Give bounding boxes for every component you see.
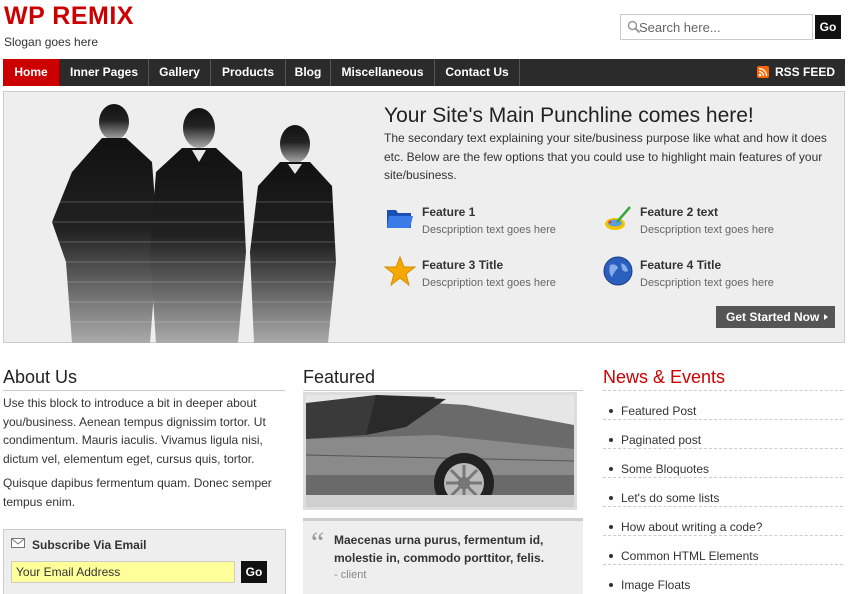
envelope-icon: [11, 538, 25, 548]
get-started-label: Get Started Now: [726, 310, 820, 324]
news-heading: News & Events: [603, 367, 726, 387]
nav-item-contact-us[interactable]: Contact Us: [435, 59, 520, 86]
feature-2-title: Feature 2 text: [640, 205, 719, 219]
email-input[interactable]: [11, 561, 235, 583]
feature-1[interactable]: Feature 1 Descpription text goes here: [384, 202, 584, 242]
rss-feed-link[interactable]: RSS FEED: [756, 59, 835, 86]
feature-2[interactable]: Feature 2 text Descpription text goes he…: [602, 202, 802, 242]
news-item-featured-post[interactable]: Featured Post: [603, 390, 843, 419]
subscribe-button[interactable]: Go: [241, 561, 267, 583]
nav-item-inner-pages[interactable]: Inner Pages: [60, 59, 149, 86]
nav-item-blog[interactable]: Blog: [286, 59, 331, 86]
hero-banner: Your Site's Main Punchline comes here! T…: [3, 91, 845, 343]
search-box: [620, 14, 813, 40]
news-item-some-bloquotes[interactable]: Some Bloquotes: [603, 448, 843, 477]
about-text: Use this block to introduce a bit in dee…: [3, 394, 285, 511]
feature-3-title: Feature 3 Title: [422, 258, 504, 272]
business-people-silhouette-image: [32, 104, 342, 343]
quote-author: - client: [334, 569, 367, 581]
feature-3[interactable]: Feature 3 Title Descpription text goes h…: [384, 255, 584, 295]
site-logo[interactable]: WP REMIX: [4, 2, 134, 31]
about-heading: About Us: [3, 367, 285, 391]
rss-label: RSS FEED: [774, 65, 835, 79]
quote-icon: “: [311, 526, 325, 559]
news-item-code[interactable]: How about writing a code?: [603, 506, 843, 535]
about-paragraph-1: Use this block to introduce a bit in dee…: [3, 396, 266, 466]
featured-heading: Featured: [303, 367, 583, 391]
globe-icon: [603, 256, 633, 286]
nav-item-miscellaneous[interactable]: Miscellaneous: [331, 59, 435, 86]
search-form: Go: [620, 14, 841, 40]
paint-icon: [605, 206, 631, 230]
search-button[interactable]: Go: [815, 15, 841, 39]
feature-4-desc: Descpription text goes here: [640, 277, 774, 289]
feature-1-desc: Descpription text goes here: [422, 224, 556, 236]
feature-3-desc: Descpription text goes here: [422, 277, 556, 289]
hero-title: Your Site's Main Punchline comes here!: [384, 104, 754, 127]
star-icon: [384, 255, 416, 287]
nav-item-products[interactable]: Products: [211, 59, 286, 86]
car-image: [306, 395, 574, 507]
feature-1-title: Feature 1: [422, 205, 476, 219]
hero-text: The secondary text explaining your site/…: [384, 131, 827, 182]
news-item-html-elements[interactable]: Common HTML Elements: [603, 535, 843, 564]
feature-4-title: Feature 4 Title: [640, 258, 722, 272]
nav-item-gallery[interactable]: Gallery: [149, 59, 211, 86]
get-started-button[interactable]: Get Started Now: [716, 306, 835, 328]
search-input[interactable]: [639, 17, 809, 37]
subscribe-box: Subscribe Via Email Go: [3, 529, 286, 594]
about-paragraph-2: Quisque dapibus fermentum quam. Donec se…: [3, 476, 272, 509]
main-nav: Home Inner Pages Gallery Products Blog M…: [3, 59, 845, 86]
nav-item-home[interactable]: Home: [3, 59, 60, 86]
rss-icon: [756, 66, 769, 78]
quote-text: Maecenas urna purus, fermentum id, moles…: [334, 533, 545, 565]
news-item-lists[interactable]: Let's do some lists: [603, 477, 843, 506]
featured-car-image[interactable]: [303, 392, 577, 510]
feature-2-desc: Descpription text goes here: [640, 224, 774, 236]
feature-4[interactable]: Feature 4 Title Descpription text goes h…: [602, 255, 802, 295]
arrow-right-icon: [824, 314, 828, 320]
testimonial-quote: “ Maecenas urna purus, fermentum id, mol…: [303, 518, 583, 594]
site-slogan: Slogan goes here: [4, 35, 99, 49]
folder-icon: [387, 210, 413, 228]
news-item-paginated-post[interactable]: Paginated post: [603, 419, 843, 448]
subscribe-title: Subscribe Via Email: [32, 538, 147, 552]
news-item-image-floats[interactable]: Image Floats: [603, 564, 843, 593]
news-list: Featured Post Paginated post Some Bloquo…: [603, 390, 843, 593]
